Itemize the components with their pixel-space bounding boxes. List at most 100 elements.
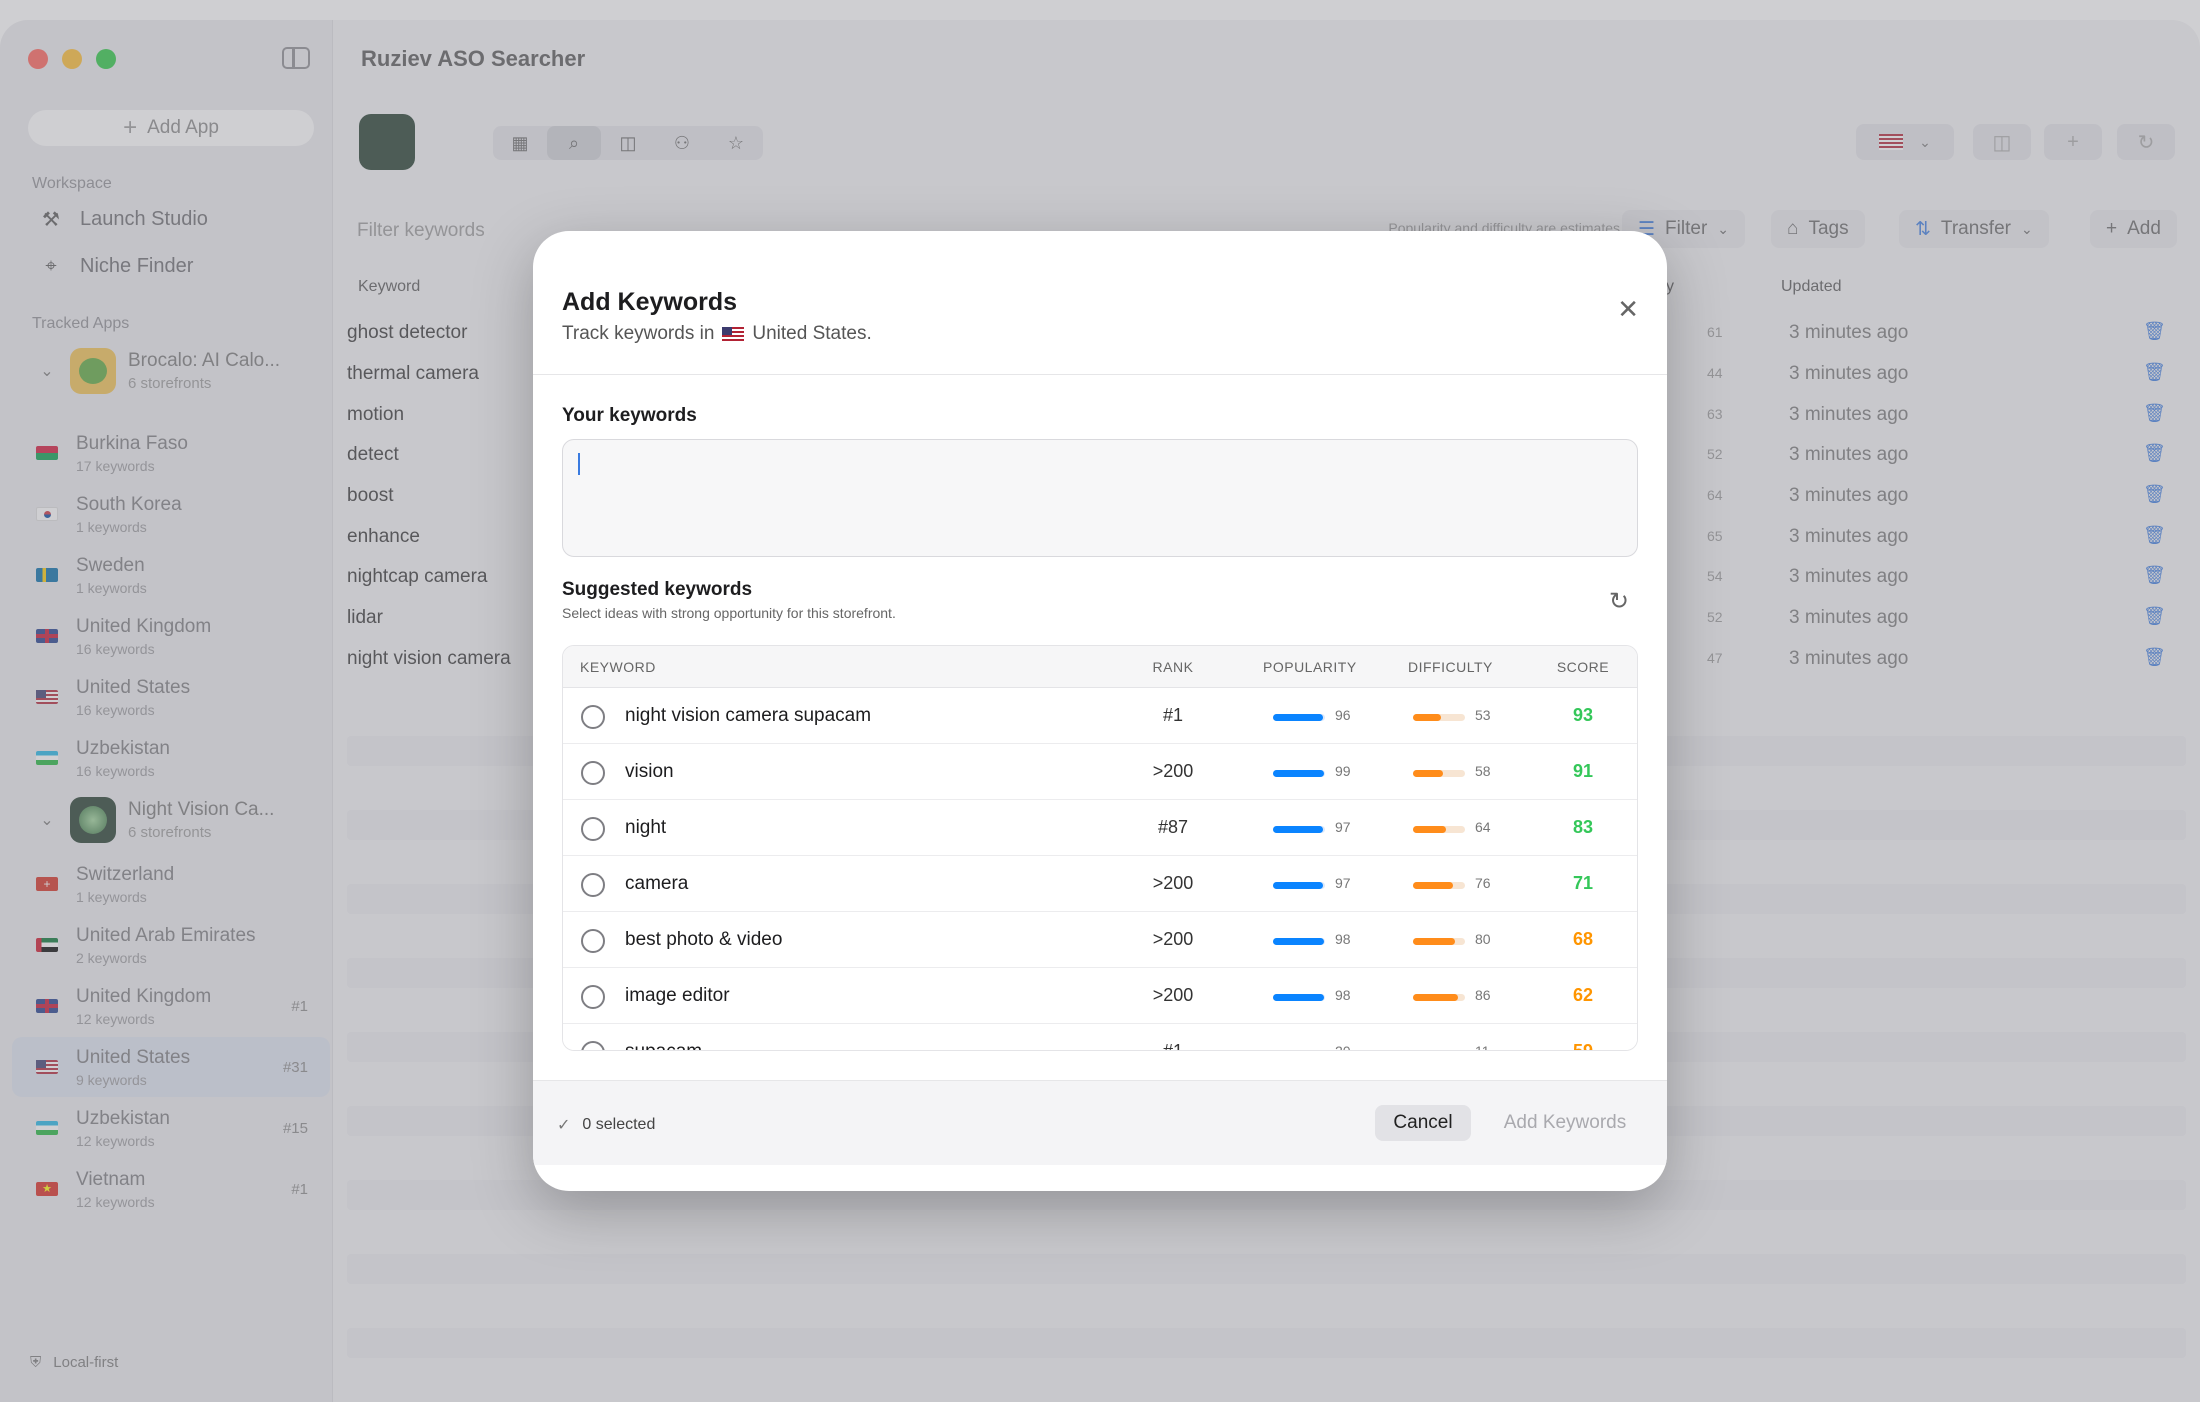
us-flag-icon [722, 327, 745, 341]
selected-count: ✓ 0 selected [557, 1115, 655, 1135]
popularity-bar [1273, 1050, 1325, 1051]
keywords-textarea[interactable] [562, 439, 1638, 557]
your-keywords-label: Your keywords [562, 405, 697, 426]
suggestion-rank: #1 [1162, 705, 1184, 725]
suggestion-row[interactable]: best photo & video >200 98 80 68 [563, 912, 1637, 968]
dialog-footer: ✓ 0 selected Cancel Add Keywords [533, 1080, 1667, 1165]
suggestion-score: 59 [1572, 1041, 1594, 1051]
difficulty-bar [1413, 994, 1465, 1001]
popularity-bar [1273, 882, 1325, 889]
suggestion-rank: >200 [1152, 761, 1194, 781]
popularity-fill [1273, 882, 1324, 889]
suggestion-keyword: vision [625, 761, 674, 782]
difficulty-fill [1413, 1050, 1419, 1051]
suggestion-score: 68 [1572, 929, 1594, 949]
popularity-bar [1273, 994, 1325, 1001]
difficulty-bar [1413, 826, 1465, 833]
suggestion-score: 83 [1572, 817, 1594, 837]
difficulty-bar [1413, 1050, 1465, 1051]
suggestion-score: 93 [1572, 705, 1594, 725]
suggestion-rank: >200 [1152, 873, 1194, 893]
popularity-value: 98 [1335, 931, 1351, 947]
difficulty-bar [1413, 714, 1465, 721]
difficulty-value: 86 [1475, 987, 1491, 1003]
difficulty-value: 76 [1475, 875, 1491, 891]
text-caret [578, 453, 580, 475]
difficulty-bar [1413, 938, 1465, 945]
col-difficulty: DIFFICULTY [1408, 659, 1493, 675]
col-keyword: KEYWORD [580, 659, 656, 675]
radio-button[interactable] [581, 873, 605, 897]
suggestion-row[interactable]: supacam #1 20 11 59 [563, 1024, 1637, 1051]
difficulty-value: 64 [1475, 819, 1491, 835]
radio-button[interactable] [581, 985, 605, 1009]
suggestion-rank: #87 [1157, 817, 1189, 837]
suggestion-keyword: camera [625, 873, 689, 894]
difficulty-fill [1413, 826, 1447, 833]
difficulty-fill [1413, 882, 1453, 889]
suggestion-row[interactable]: vision >200 99 58 91 [563, 744, 1637, 800]
selected-count-label: 0 selected [582, 1116, 656, 1133]
subtitle-prefix: Track keywords in [562, 323, 715, 344]
divider [533, 374, 1667, 375]
popularity-bar [1273, 938, 1325, 945]
suggestions-table: KEYWORD RANK POPULARITY DIFFICULTY SCORE… [562, 645, 1638, 1051]
suggestion-keyword: best photo & video [625, 929, 783, 950]
col-rank: RANK [1152, 659, 1194, 675]
popularity-value: 97 [1335, 875, 1351, 891]
popularity-bar [1273, 770, 1325, 777]
close-icon[interactable]: ✕ [1617, 296, 1639, 322]
difficulty-fill [1413, 938, 1455, 945]
popularity-fill [1273, 770, 1325, 777]
difficulty-value: 80 [1475, 931, 1491, 947]
difficulty-value: 53 [1475, 707, 1491, 723]
suggestion-rank: >200 [1152, 929, 1194, 949]
popularity-fill [1273, 938, 1324, 945]
radio-button[interactable] [581, 1041, 605, 1050]
popularity-fill [1273, 826, 1324, 833]
suggestion-row[interactable]: night vision camera supacam #1 96 53 93 [563, 688, 1637, 744]
suggestion-row[interactable]: camera >200 97 76 71 [563, 856, 1637, 912]
add-keywords-dialog: Add Keywords Track keywords in United St… [533, 231, 1667, 1191]
popularity-value: 99 [1335, 763, 1351, 779]
popularity-value: 97 [1335, 819, 1351, 835]
suggestion-keyword: image editor [625, 985, 730, 1006]
subtitle-country: United States. [752, 323, 872, 344]
cancel-button[interactable]: Cancel [1375, 1105, 1471, 1141]
col-popularity: POPULARITY [1263, 659, 1357, 675]
dialog-subtitle: Track keywords in United States. [562, 323, 872, 345]
popularity-value: 20 [1335, 1043, 1351, 1051]
add-keywords-button[interactable]: Add Keywords [1485, 1105, 1645, 1141]
suggestion-rank: >200 [1152, 985, 1194, 1005]
suggestion-score: 62 [1572, 985, 1594, 1005]
radio-button[interactable] [581, 705, 605, 729]
suggestion-score: 71 [1572, 873, 1594, 893]
difficulty-value: 11 [1475, 1043, 1490, 1051]
suggested-keywords-label: Suggested keywords [562, 579, 753, 600]
suggestion-row[interactable]: image editor >200 98 86 62 [563, 968, 1637, 1024]
refresh-icon[interactable]: ↻ [1609, 587, 1629, 616]
difficulty-bar [1413, 770, 1465, 777]
difficulty-fill [1413, 994, 1458, 1001]
radio-button[interactable] [581, 817, 605, 841]
popularity-fill [1273, 994, 1324, 1001]
popularity-value: 96 [1335, 707, 1351, 723]
suggestion-keyword: night vision camera supacam [625, 705, 872, 726]
difficulty-bar [1413, 882, 1465, 889]
radio-button[interactable] [581, 929, 605, 953]
col-score: SCORE [1556, 659, 1610, 675]
popularity-fill [1273, 1050, 1283, 1051]
suggestion-score: 91 [1572, 761, 1594, 781]
table-header: KEYWORD RANK POPULARITY DIFFICULTY SCORE [563, 646, 1637, 688]
suggestion-rank: #1 [1162, 1041, 1184, 1051]
radio-button[interactable] [581, 761, 605, 785]
difficulty-fill [1413, 714, 1441, 721]
popularity-fill [1273, 714, 1323, 721]
suggestion-row[interactable]: night #87 97 64 83 [563, 800, 1637, 856]
difficulty-value: 58 [1475, 763, 1491, 779]
difficulty-fill [1413, 770, 1444, 777]
dialog-title: Add Keywords [562, 288, 738, 316]
popularity-value: 98 [1335, 987, 1351, 1003]
checkmark-circle-icon: ✓ [557, 1117, 571, 1134]
suggestion-keyword: night [625, 817, 667, 838]
